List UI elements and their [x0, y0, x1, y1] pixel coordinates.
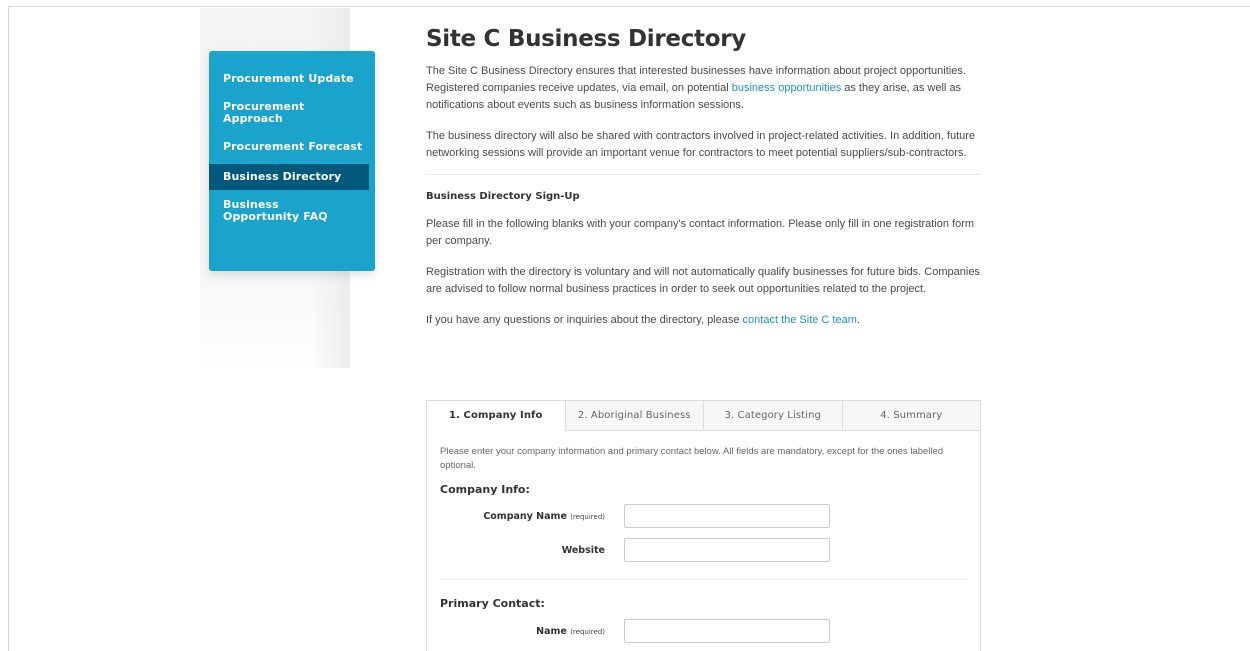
- contact-name-label-text: Name: [536, 626, 567, 637]
- contact-team-link[interactable]: contact the Site C team: [743, 314, 857, 326]
- company-name-required-tag: (required): [570, 513, 605, 521]
- tab-aboriginal-business[interactable]: 2. Aboriginal Business: [564, 401, 704, 430]
- company-name-row: Company Name (required): [440, 504, 968, 530]
- questions-text-end: .: [856, 314, 860, 326]
- company-name-input[interactable]: [624, 504, 830, 528]
- questions-text-start: If you have any questions or inquiries a…: [426, 314, 743, 326]
- sidebar-item-business-opportunity-faq[interactable]: Business Opportunity FAQ: [209, 190, 359, 230]
- questions-paragraph: If you have any questions or inquiries a…: [426, 312, 986, 329]
- signup-wizard: 1. Company Info 2. Aboriginal Business 3…: [426, 400, 981, 651]
- voluntary-paragraph: Registration with the directory is volun…: [426, 266, 980, 295]
- page-title: Site C Business Directory: [426, 26, 746, 52]
- sidebar-item-procurement-forecast[interactable]: Procurement Forecast: [209, 132, 375, 160]
- signup-heading: Business Directory Sign-Up: [426, 191, 580, 202]
- wizard-tabs: 1. Company Info 2. Aboriginal Business 3…: [427, 401, 980, 431]
- tab-summary[interactable]: 4. Summary: [841, 401, 981, 430]
- fill-in-paragraph: Please fill in the following blanks with…: [426, 218, 975, 247]
- section-divider: [426, 174, 981, 175]
- company-name-label-text: Company Name: [483, 511, 567, 522]
- contact-name-label: Name (required): [536, 626, 605, 637]
- form-divider: [440, 579, 968, 580]
- business-opportunities-link[interactable]: business opportunities: [732, 82, 841, 94]
- directory-sharing-paragraph: The business directory will also be shar…: [426, 130, 976, 159]
- tab-company-info[interactable]: 1. Company Info: [427, 401, 565, 431]
- wizard-intro: Please enter your company information an…: [440, 446, 944, 471]
- company-name-label: Company Name (required): [483, 511, 605, 522]
- website-input[interactable]: [624, 538, 830, 562]
- contact-name-input[interactable]: [624, 619, 830, 643]
- primary-contact-heading: Primary Contact:: [440, 597, 545, 610]
- main-content: Site C Business Directory The Site C Bus…: [426, 24, 986, 329]
- wizard-body: Please enter your company information an…: [427, 431, 980, 645]
- tab-category-listing[interactable]: 3. Category Listing: [703, 401, 842, 430]
- intro-paragraph: The Site C Business Directory ensures th…: [426, 63, 986, 114]
- sidebar-item-procurement-approach[interactable]: Procurement Approach: [209, 92, 329, 132]
- company-info-heading: Company Info:: [440, 483, 530, 496]
- sidebar-item-procurement-update[interactable]: Procurement Update: [209, 66, 375, 92]
- contact-name-row: Name (required): [440, 619, 968, 645]
- sidebar-nav: Procurement Update Procurement Approach …: [209, 51, 375, 271]
- sidebar-item-business-directory[interactable]: Business Directory: [209, 164, 369, 190]
- website-label: Website: [561, 545, 605, 556]
- website-row: Website: [440, 538, 968, 564]
- contact-name-required-tag: (required): [570, 628, 605, 636]
